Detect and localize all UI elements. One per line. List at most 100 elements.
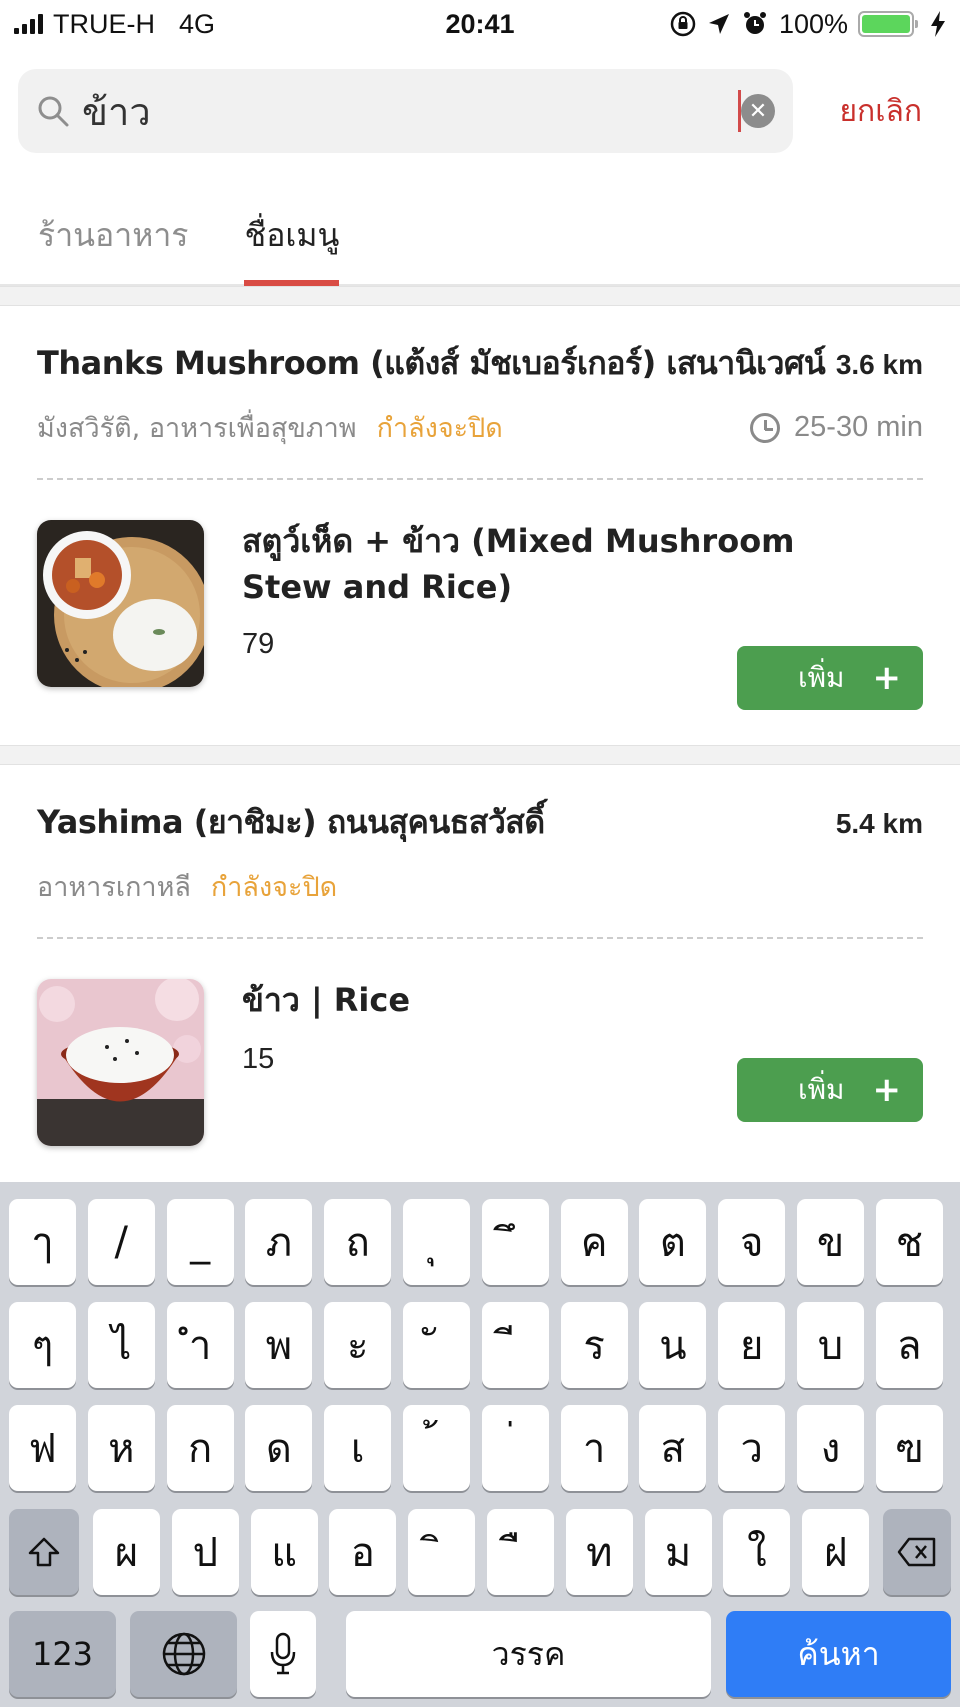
search-key[interactable]: ค้นหา: [726, 1611, 951, 1697]
keyboard-key[interactable]: จ: [718, 1199, 786, 1285]
keyboard-key[interactable]: ก: [166, 1405, 234, 1491]
restaurant-card[interactable]: Thanks Mushroom (แต้งส์ มัชเบอร์เกอร์) เ…: [0, 306, 960, 746]
keyboard-key[interactable]: _: [166, 1199, 234, 1285]
status-left: TRUE-H 4G: [14, 9, 215, 40]
space-key[interactable]: วรรค: [346, 1611, 711, 1697]
search-icon: [38, 96, 69, 127]
keyboard-key[interactable]: ถ: [324, 1199, 392, 1285]
keyboard-key[interactable]: เ: [324, 1405, 392, 1491]
keyboard-key[interactable]: ม: [644, 1509, 712, 1595]
menu-item-price: 15: [242, 1043, 275, 1075]
status-right: 100%: [669, 9, 946, 40]
keyboard-key[interactable]: ๆ: [9, 1302, 76, 1388]
keyboard-key[interactable]: ะ: [324, 1302, 392, 1388]
keyboard-key[interactable]: ด: [245, 1405, 313, 1491]
dashed-divider: [37, 478, 923, 480]
keyboard-key[interactable]: ุ: [403, 1199, 470, 1285]
keyboard-key[interactable]: ง: [797, 1405, 864, 1491]
cancel-button[interactable]: ยกเลิก: [839, 88, 922, 135]
add-button-label: เพิ่ม: [798, 1073, 845, 1106]
search-row: ข้าว ✕ ยกเลิก: [0, 68, 960, 154]
location-arrow-icon: [708, 14, 729, 34]
keyboard-key[interactable]: ข: [797, 1199, 864, 1285]
keyboard-key[interactable]: ฃ: [875, 1405, 943, 1491]
menu-item-image[interactable]: [37, 520, 204, 687]
keyboard-key[interactable]: บ: [797, 1302, 864, 1388]
close-icon: ✕: [748, 98, 768, 123]
section-divider: [0, 745, 960, 765]
shift-icon: [28, 1537, 60, 1567]
clear-search-button[interactable]: ✕: [741, 94, 775, 128]
keyboard-key[interactable]: ิ: [408, 1509, 476, 1595]
keyboard-key[interactable]: ฝ: [802, 1509, 870, 1595]
restaurant-categories: อาหารเกาหลี: [37, 872, 191, 903]
dashed-divider: [37, 937, 923, 939]
keyboard-key[interactable]: อ: [329, 1509, 397, 1595]
battery-percent: 100%: [778, 8, 848, 39]
keyboard-key[interactable]: ภ: [245, 1199, 313, 1285]
keyboard-key[interactable]: ้: [403, 1405, 470, 1491]
keyboard-key[interactable]: น: [639, 1302, 707, 1388]
search-input[interactable]: ข้าว: [82, 81, 960, 142]
status-badge: กำลังจะปิด: [210, 872, 338, 903]
keyboard-key[interactable]: ่: [481, 1405, 549, 1491]
keyboard-key[interactable]: ว: [718, 1405, 786, 1491]
keyboard-key[interactable]: ช: [875, 1199, 943, 1285]
menu-item-name[interactable]: สตูว์เห็ด + ข้าว (Mixed Mushroom Stew an…: [242, 518, 850, 610]
restaurant-card[interactable]: Yashima (ยาชิมะ) ถนนสุคนธสวัสดิ์ 5.4 km …: [0, 765, 960, 1185]
globe-key[interactable]: [130, 1611, 237, 1697]
menu-item-name[interactable]: ข้าว | Rice: [242, 977, 850, 1023]
keyboard-key[interactable]: พ: [245, 1302, 313, 1388]
keyboard-key[interactable]: /: [87, 1199, 155, 1285]
carrier-label: TRUE-H: [53, 8, 155, 39]
globe-icon: [162, 1632, 205, 1676]
keyboard-key[interactable]: ค: [560, 1199, 628, 1285]
keyboard-key[interactable]: ี: [481, 1302, 549, 1388]
keyboard-key[interactable]: ใ: [723, 1509, 791, 1595]
menu-item-image[interactable]: [37, 979, 204, 1146]
keyboard-key[interactable]: ต: [639, 1199, 707, 1285]
delivery-time: 25-30 min: [750, 411, 923, 444]
add-to-cart-button[interactable]: เพิ่ม +: [737, 1058, 923, 1122]
keyboard-key[interactable]: ส: [639, 1405, 707, 1491]
backspace-key[interactable]: [883, 1509, 951, 1595]
keyboard-key[interactable]: แ: [250, 1509, 318, 1595]
keyboard-key[interactable]: า: [560, 1405, 628, 1491]
tab-menu-names[interactable]: ชื่อเมนู: [244, 190, 339, 286]
keyboard-key[interactable]: ื: [487, 1509, 554, 1595]
keyboard-key[interactable]: ั: [403, 1302, 470, 1388]
keyboard-key[interactable]: ผ: [93, 1509, 160, 1595]
add-button-label: เพิ่ม: [798, 661, 845, 694]
shift-key[interactable]: [9, 1509, 79, 1595]
plus-icon: +: [872, 1070, 902, 1110]
keyboard-key[interactable]: ท: [565, 1509, 633, 1595]
restaurant-header: Yashima (ยาชิมะ) ถนนสุคนธสวัสดิ์ 5.4 km: [37, 797, 923, 848]
keyboard-key[interactable]: ฟ: [9, 1405, 76, 1491]
numbers-key[interactable]: 123: [9, 1611, 116, 1697]
restaurant-name[interactable]: Thanks Mushroom (แต้งส์ มัชเบอร์เกอร์) เ…: [37, 338, 826, 389]
add-to-cart-button[interactable]: เพิ่ม +: [737, 646, 923, 710]
keyboard-key[interactable]: ล: [875, 1302, 943, 1388]
tab-bar: ร้านอาหาร ชื่อเมนู: [0, 190, 960, 286]
keyboard-key[interactable]: ห: [87, 1405, 155, 1491]
menu-item-price: 79: [242, 628, 275, 660]
keyboard-key[interactable]: ร: [560, 1302, 628, 1388]
battery-icon: [858, 11, 918, 37]
search-box[interactable]: ข้าว ✕: [18, 69, 793, 153]
keyboard-key[interactable]: ย: [718, 1302, 786, 1388]
keyboard-key[interactable]: ึ: [481, 1199, 549, 1285]
restaurant-meta: อาหารเกาหลี กำลังจะปิด: [37, 865, 923, 908]
restaurant-distance: 3.6 km: [835, 349, 923, 380]
keyboard-key[interactable]: ไ: [87, 1302, 155, 1388]
clock-icon: [750, 412, 781, 443]
restaurant-distance: 5.4 km: [835, 808, 923, 839]
keyboard-key[interactable]: ๅ: [9, 1199, 76, 1285]
network-label: 4G: [179, 8, 216, 39]
tab-restaurants[interactable]: ร้านอาหาร: [38, 190, 188, 284]
keyboard-key[interactable]: ป: [171, 1509, 239, 1595]
rotation-lock-icon: [670, 11, 696, 37]
keyboard-key[interactable]: ำ: [166, 1302, 234, 1388]
microphone-key[interactable]: [250, 1611, 316, 1697]
microphone-icon: [270, 1632, 296, 1675]
restaurant-name[interactable]: Yashima (ยาชิมะ) ถนนสุคนธสวัสดิ์: [37, 797, 545, 848]
